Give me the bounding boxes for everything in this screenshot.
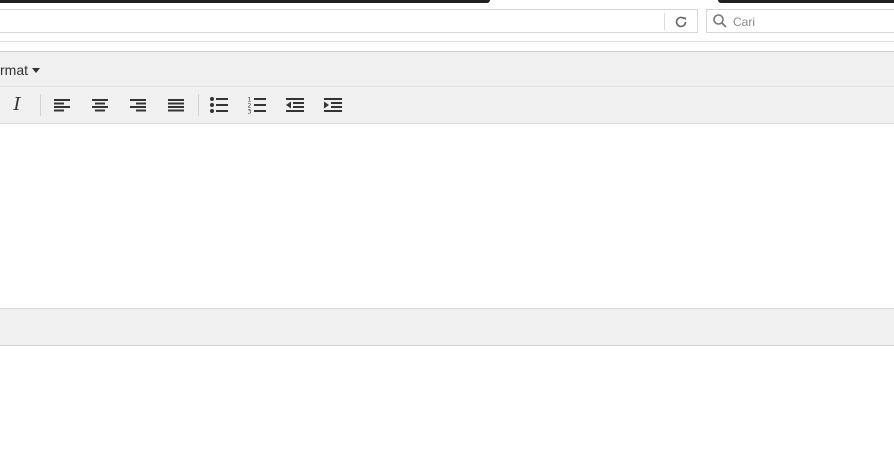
indent-icon [324, 98, 342, 112]
numbered-list-button[interactable]: 1 2 3 [246, 94, 268, 116]
align-right-button[interactable] [127, 94, 149, 116]
align-left-button[interactable] [51, 94, 73, 116]
align-left-icon [54, 99, 70, 112]
align-justify-button[interactable] [165, 94, 187, 116]
editor-statusbar [0, 308, 894, 345]
indent-button[interactable] [322, 94, 344, 116]
outdent-button[interactable] [284, 94, 306, 116]
italic-button[interactable]: I [6, 94, 28, 116]
editor-menubar [0, 52, 894, 87]
browser-tab-dark [0, 0, 490, 3]
search-icon [712, 13, 728, 29]
menu-format-label: rmat [0, 62, 28, 78]
browser-tab-dark-right [718, 0, 894, 3]
align-center-icon [92, 99, 108, 112]
toolbar-separator [40, 94, 41, 116]
address-bar[interactable] [0, 9, 698, 33]
italic-icon: I [13, 94, 21, 115]
align-right-icon [130, 99, 146, 112]
svg-text:3: 3 [248, 109, 252, 115]
outdent-icon [286, 98, 304, 112]
editor-content-area[interactable] [0, 125, 894, 308]
align-center-button[interactable] [89, 94, 111, 116]
numbered-list-icon: 1 2 3 [248, 97, 266, 115]
align-justify-icon [168, 99, 184, 112]
search-input[interactable]: Cari [733, 15, 755, 29]
divider [0, 41, 894, 42]
toolbar-separator [198, 94, 199, 116]
caret-down-icon [32, 67, 40, 73]
reload-icon[interactable] [672, 13, 690, 31]
menu-format[interactable]: rmat [0, 62, 40, 78]
bullet-list-icon [210, 97, 228, 113]
bullet-list-button[interactable] [208, 94, 230, 116]
address-separator [664, 13, 665, 30]
